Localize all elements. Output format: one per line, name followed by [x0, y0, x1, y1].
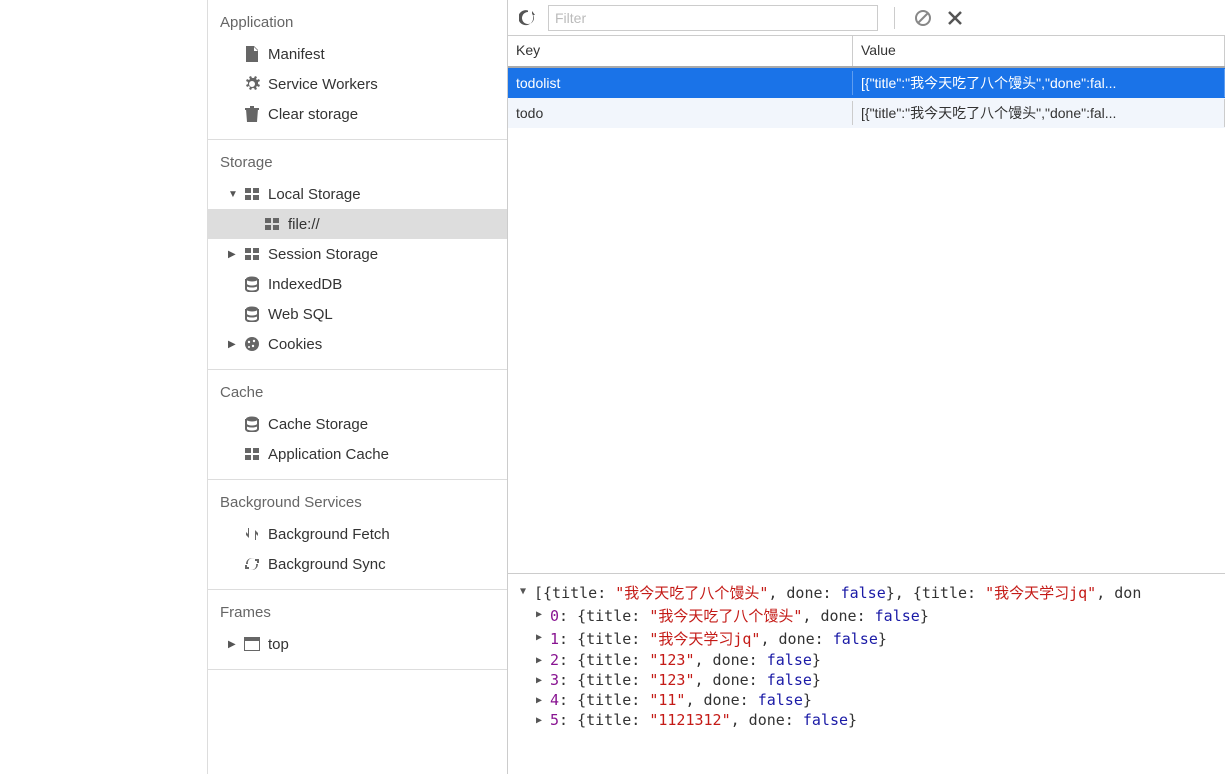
sidebar-item-label: Background Sync — [268, 556, 386, 573]
chevron-down-icon: ▼ — [228, 189, 238, 200]
db-icon — [242, 414, 262, 434]
sidebar-item-label: Application Cache — [268, 446, 389, 463]
sidebar-item-websql[interactable]: Web SQL — [208, 299, 507, 329]
chevron-right-icon: ▶ — [536, 671, 550, 686]
console-item[interactable]: ▶5: {title: "1121312", done: false} — [536, 711, 1213, 729]
console-item[interactable]: ▶1: {title: "我今天学习jq", done: false} — [536, 628, 1213, 649]
main-panel: Key Value todolist [{"title":"我今天吃了八个馒头"… — [508, 0, 1225, 774]
grid-icon — [242, 244, 262, 264]
trash-icon — [242, 104, 262, 124]
sidebar-item-label: IndexedDB — [268, 276, 342, 293]
sidebar-item-label: Cache Storage — [268, 416, 368, 433]
refresh-button[interactable] — [516, 6, 540, 30]
toolbar-divider — [894, 7, 895, 29]
section-application: Application Manifest Service Workers Cle… — [208, 0, 507, 140]
fetch-icon — [242, 524, 262, 544]
db-icon — [242, 304, 262, 324]
sidebar-item-session-storage[interactable]: ▶ Session Storage — [208, 239, 507, 269]
grid-icon — [262, 214, 282, 234]
file-icon — [242, 44, 262, 64]
sidebar-item-label: Local Storage — [268, 186, 361, 203]
gear-icon — [242, 74, 262, 94]
console-text: 3: {title: "123", done: false} — [550, 671, 821, 689]
toolbar — [508, 0, 1225, 36]
table-header: Key Value — [508, 36, 1225, 68]
console-text: 0: {title: "我今天吃了八个馒头", done: false} — [550, 605, 929, 626]
clear-button[interactable] — [911, 6, 935, 30]
table-body: todolist [{"title":"我今天吃了八个馒头","done":fa… — [508, 68, 1225, 573]
chevron-right-icon: ▶ — [536, 605, 550, 620]
section-storage: Storage ▼ Local Storage file:// ▶ Sessio… — [208, 140, 507, 370]
table-row[interactable]: todolist [{"title":"我今天吃了八个馒头","done":fa… — [508, 68, 1225, 98]
section-cache: Cache Cache Storage Application Cache — [208, 370, 507, 480]
grid-icon — [242, 184, 262, 204]
cell-value: [{"title":"我今天吃了八个馒头","done":fal... — [853, 69, 1225, 97]
console-text: 4: {title: "11", done: false} — [550, 691, 812, 709]
sidebar: Application Manifest Service Workers Cle… — [208, 0, 508, 774]
console-preview: ▼ [{title: "我今天吃了八个馒头", done: false}, {t… — [508, 574, 1225, 774]
sidebar-item-label: file:// — [288, 216, 320, 233]
delete-button[interactable] — [943, 6, 967, 30]
sidebar-item-cache-storage[interactable]: Cache Storage — [208, 409, 507, 439]
column-value[interactable]: Value — [853, 36, 1225, 66]
section-background: Background Services Background Fetch Bac… — [208, 480, 507, 590]
console-text: [{title: "我今天吃了八个馒头", done: false}, {tit… — [534, 582, 1141, 603]
column-key[interactable]: Key — [508, 36, 853, 66]
cell-key: todo — [508, 101, 853, 125]
console-text: 1: {title: "我今天学习jq", done: false} — [550, 628, 887, 649]
section-title-storage: Storage — [208, 150, 507, 179]
chevron-right-icon: ▶ — [536, 711, 550, 726]
table-row[interactable]: todo [{"title":"我今天吃了八个馒头","done":fal... — [508, 98, 1225, 128]
sidebar-item-background-fetch[interactable]: Background Fetch — [208, 519, 507, 549]
section-title-frames: Frames — [208, 600, 507, 629]
sidebar-item-label: Cookies — [268, 336, 322, 353]
console-text: 2: {title: "123", done: false} — [550, 651, 821, 669]
console-summary[interactable]: ▼ [{title: "我今天吃了八个馒头", done: false}, {t… — [520, 582, 1213, 603]
chevron-down-icon: ▼ — [520, 582, 534, 597]
filter-input[interactable] — [548, 5, 878, 31]
frame-icon — [242, 634, 262, 654]
sidebar-item-label: Web SQL — [268, 306, 333, 323]
grid-icon — [242, 444, 262, 464]
section-title-application: Application — [208, 10, 507, 39]
cell-key: todolist — [508, 71, 853, 95]
sidebar-item-indexeddb[interactable]: IndexedDB — [208, 269, 507, 299]
console-item[interactable]: ▶4: {title: "11", done: false} — [536, 691, 1213, 709]
sidebar-item-application-cache[interactable]: Application Cache — [208, 439, 507, 469]
section-frames: Frames ▶ top — [208, 590, 507, 670]
sidebar-item-local-storage[interactable]: ▼ Local Storage — [208, 179, 507, 209]
chevron-right-icon: ▶ — [536, 628, 550, 643]
chevron-right-icon: ▶ — [536, 651, 550, 666]
sidebar-item-manifest[interactable]: Manifest — [208, 39, 507, 69]
sidebar-item-local-storage-file[interactable]: file:// — [208, 209, 507, 239]
sidebar-item-label: Session Storage — [268, 246, 378, 263]
cell-value: [{"title":"我今天吃了八个馒头","done":fal... — [853, 99, 1225, 127]
sidebar-item-label: Clear storage — [268, 106, 358, 123]
sidebar-item-cookies[interactable]: ▶ Cookies — [208, 329, 507, 359]
left-blank-panel — [0, 0, 208, 774]
section-title-background: Background Services — [208, 490, 507, 519]
section-title-cache: Cache — [208, 380, 507, 409]
chevron-right-icon: ▶ — [228, 339, 238, 350]
chevron-right-icon: ▶ — [228, 639, 238, 650]
sidebar-item-label: Background Fetch — [268, 526, 390, 543]
console-item[interactable]: ▶3: {title: "123", done: false} — [536, 671, 1213, 689]
db-icon — [242, 274, 262, 294]
sidebar-item-background-sync[interactable]: Background Sync — [208, 549, 507, 579]
console-text: 5: {title: "1121312", done: false} — [550, 711, 857, 729]
chevron-right-icon: ▶ — [536, 691, 550, 706]
storage-table: Key Value todolist [{"title":"我今天吃了八个馒头"… — [508, 36, 1225, 574]
sidebar-item-service-workers[interactable]: Service Workers — [208, 69, 507, 99]
sidebar-item-label: top — [268, 636, 289, 653]
cookie-icon — [242, 334, 262, 354]
console-item[interactable]: ▶0: {title: "我今天吃了八个馒头", done: false} — [536, 605, 1213, 626]
sidebar-item-top-frame[interactable]: ▶ top — [208, 629, 507, 659]
sidebar-item-label: Manifest — [268, 46, 325, 63]
sync-icon — [242, 554, 262, 574]
sidebar-item-label: Service Workers — [268, 76, 378, 93]
sidebar-item-clear-storage[interactable]: Clear storage — [208, 99, 507, 129]
console-item[interactable]: ▶2: {title: "123", done: false} — [536, 651, 1213, 669]
chevron-right-icon: ▶ — [228, 249, 238, 260]
